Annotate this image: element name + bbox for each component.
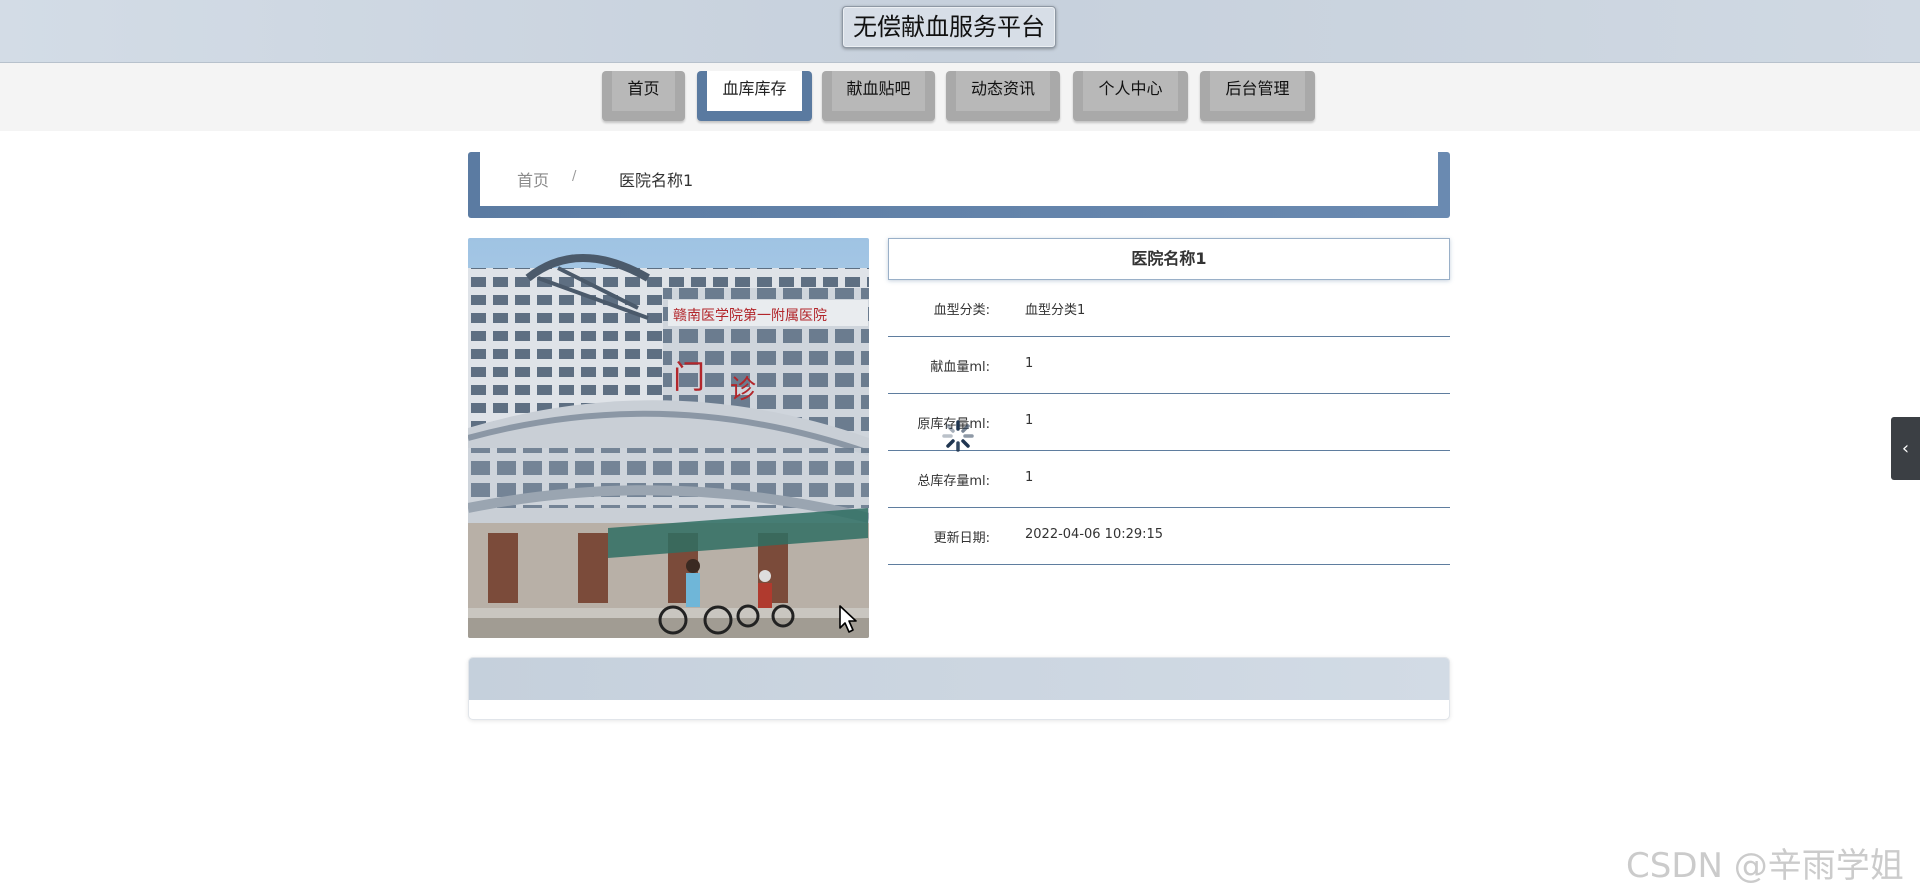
- nav-item-label: 后台管理: [1210, 71, 1305, 111]
- svg-text:诊: 诊: [730, 375, 756, 405]
- detail-label: 更新日期:: [933, 531, 990, 546]
- mouse-pointer-icon: [838, 604, 860, 634]
- nav-item-label: 动态资讯: [956, 71, 1050, 111]
- nav-item-admin[interactable]: 后台管理: [1200, 71, 1315, 121]
- breadcrumb-current: 医院名称1: [619, 171, 694, 190]
- site-title: 无偿献血服务平台: [842, 6, 1056, 48]
- nav-item-label: 个人中心: [1083, 71, 1178, 111]
- nav-item-personal-center[interactable]: 个人中心: [1073, 71, 1188, 121]
- nav-item-news[interactable]: 动态资讯: [946, 71, 1060, 121]
- detail-row-blood-type: 血型分类: 血型分类1: [888, 280, 1450, 337]
- detail-row-total-stock: 总库存量ml: 1: [888, 451, 1450, 508]
- comment-panel: [468, 657, 1450, 720]
- nav-item-donation-forum[interactable]: 献血贴吧: [822, 71, 935, 121]
- detail-label: 血型分类:: [933, 303, 990, 318]
- nav-item-label: 首页: [612, 71, 675, 111]
- breadcrumb-separator: /: [572, 169, 577, 184]
- detail-value: 1: [1025, 470, 1034, 485]
- detail-value: 1: [1025, 413, 1034, 428]
- detail-row-update-date: 更新日期: 2022-04-06 10:29:15: [888, 508, 1450, 565]
- loading-spinner-icon: [940, 418, 976, 454]
- detail-value: 2022-04-06 10:29:15: [1025, 527, 1164, 542]
- nav-item-label: 血库库存: [707, 71, 802, 111]
- header: 无偿献血服务平台: [0, 0, 1920, 63]
- nav-item-label: 献血贴吧: [832, 71, 925, 111]
- hospital-name-title: 医院名称1: [888, 238, 1450, 280]
- svg-text:门: 门: [673, 358, 705, 396]
- hospital-photo: 赣南医学院第一附属医院 门 诊: [468, 238, 869, 638]
- detail-value: 血型分类1: [1025, 303, 1086, 318]
- svg-text:赣南医学院第一附属医院: 赣南医学院第一附属医院: [673, 307, 827, 324]
- detail-value: 1: [1025, 356, 1034, 371]
- watermark: CSDN @辛雨学姐: [1626, 846, 1904, 886]
- detail-label: 总库存量ml:: [917, 474, 990, 489]
- nav-item-home[interactable]: 首页: [602, 71, 685, 121]
- side-panel-toggle[interactable]: ‹: [1891, 417, 1920, 480]
- breadcrumb-home-link[interactable]: 首页: [517, 167, 549, 191]
- breadcrumb: 首页 / 医院名称1: [468, 152, 1450, 218]
- main-nav: 首页 血库库存 献血贴吧 动态资讯 个人中心 后台管理: [0, 63, 1920, 131]
- detail-label: 献血量ml:: [930, 360, 990, 375]
- chevron-left-icon: ‹: [1901, 438, 1910, 459]
- breadcrumb-inner: 首页 / 医院名称1: [480, 152, 1438, 206]
- nav-item-blood-inventory[interactable]: 血库库存: [697, 71, 812, 121]
- detail-row-donation-amount: 献血量ml: 1: [888, 337, 1450, 394]
- comment-panel-header: [469, 658, 1449, 700]
